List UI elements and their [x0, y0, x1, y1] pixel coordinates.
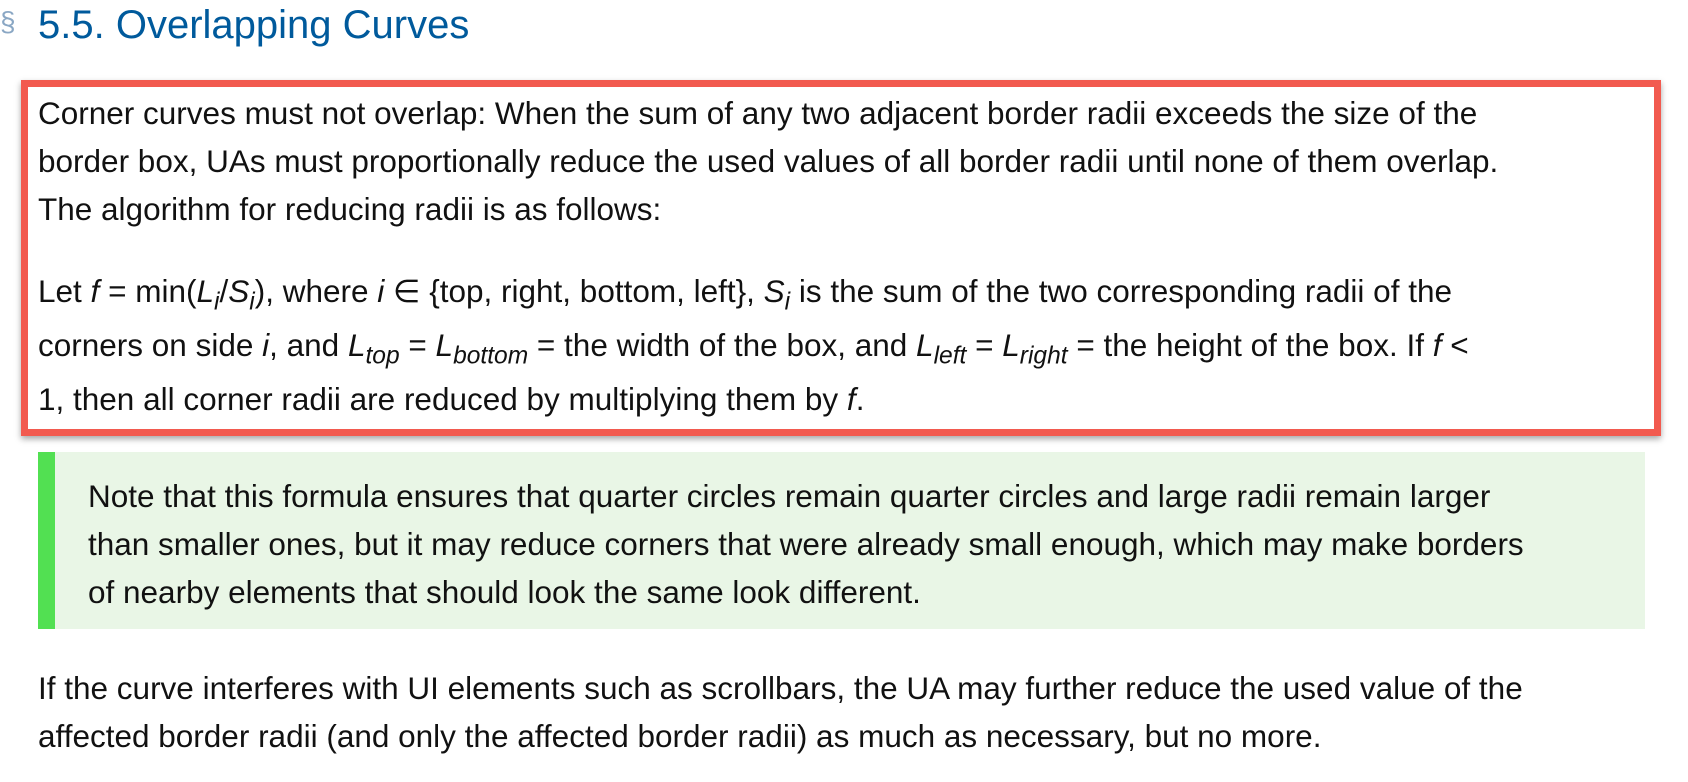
text-line: border box, UAs must proportionally redu… [38, 143, 1499, 179]
note-line: Note that this formula ensures that quar… [88, 478, 1491, 514]
note-box: Note that this formula ensures that quar… [38, 452, 1645, 629]
formula-paragraph: Let f = min(Li/Si), where i ∈ {top, righ… [38, 264, 1678, 426]
formula-line-2: corners on side i, and Ltop = Lbottom = … [38, 327, 1469, 370]
text-line: Corner curves must not overlap: When the… [38, 95, 1478, 131]
note-line: than smaller ones, but it may reduce cor… [88, 526, 1524, 562]
text-line: affected border radii (and only the affe… [38, 718, 1322, 754]
section-anchor-icon[interactable]: § [0, 2, 16, 42]
overlap-rule-paragraph: Corner curves must not overlap: When the… [38, 89, 1678, 233]
variable-f: f [90, 273, 100, 309]
text-line: If the curve interferes with UI elements… [38, 670, 1523, 706]
section-heading: 5.5. Overlapping Curves [38, 3, 470, 47]
scrollbar-paragraph: If the curve interferes with UI elements… [38, 664, 1678, 760]
text-line: The algorithm for reducing radii is as f… [38, 191, 662, 227]
formula-line-1: Let f = min(Li/Si), where i ∈ {top, righ… [38, 273, 1452, 316]
formula-line-3: 1, then all corner radii are reduced by … [38, 381, 865, 417]
variable-f: f [1432, 327, 1442, 363]
variable-f: f [846, 381, 856, 417]
note-line: of nearby elements that should look the … [88, 574, 921, 610]
